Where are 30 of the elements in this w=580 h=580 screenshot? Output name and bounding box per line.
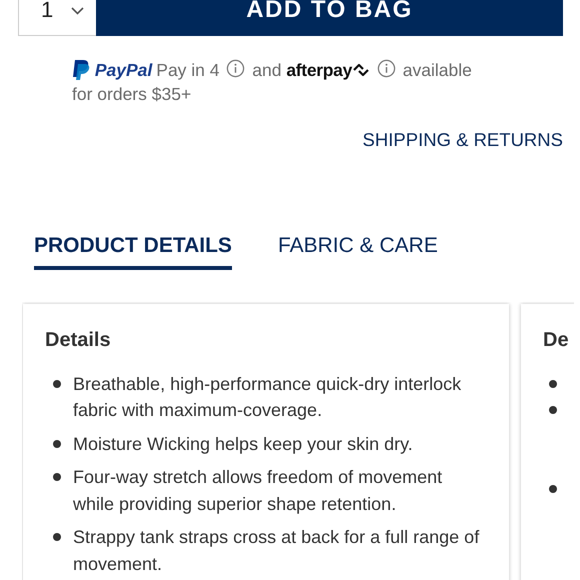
chevron-icon bbox=[71, 7, 84, 15]
bullet-icon bbox=[549, 380, 557, 388]
bullet-icon bbox=[53, 533, 61, 542]
bullet-icon bbox=[53, 473, 61, 482]
bullet-text: Moisture Wicking helps keep your skin dry. bbox=[73, 432, 413, 456]
add-to-bag-button[interactable]: ADD TO BAG bbox=[96, 0, 563, 36]
afterpay-icon bbox=[352, 63, 370, 78]
availability-text: for orders $35+ bbox=[72, 84, 192, 104]
shipping-returns-link[interactable]: SHIPPING & RETURNS bbox=[362, 128, 563, 151]
bullet-icon bbox=[53, 440, 61, 448]
bullet-text: Strappy tank straps cross at back for a full range of movement. bbox=[73, 526, 480, 576]
bullet-icon bbox=[53, 380, 61, 388]
bullet-text: Breathable, high-performance quick-dry interlock fabric with maximum-coverage. bbox=[73, 372, 462, 422]
card-title: De bbox=[543, 328, 570, 352]
bullet-text: Four-way stretch allows freedom of movement while providing superior shape retention. bbox=[73, 466, 444, 516]
paypal-logo: PayPal bbox=[94, 60, 152, 80]
quantity-value: 1 bbox=[41, 0, 54, 23]
quantity-select[interactable]: 1 bbox=[18, 0, 96, 36]
tab[interactable]: PRODUCT DETAILS bbox=[34, 234, 232, 270]
and-text: and bbox=[252, 60, 282, 80]
afterpay-logo: afterpay bbox=[286, 60, 352, 80]
bullet-icon bbox=[549, 406, 557, 414]
tab[interactable]: FABRIC & CARE bbox=[278, 234, 438, 270]
pay-in-text: Pay in 4 bbox=[156, 60, 220, 80]
bullet-icon bbox=[549, 484, 557, 493]
availability-text: available bbox=[402, 60, 472, 80]
info-icon[interactable] bbox=[226, 59, 246, 78]
paypal-icon bbox=[72, 60, 90, 81]
info-icon[interactable] bbox=[376, 59, 396, 78]
card-title: Details bbox=[45, 328, 112, 352]
